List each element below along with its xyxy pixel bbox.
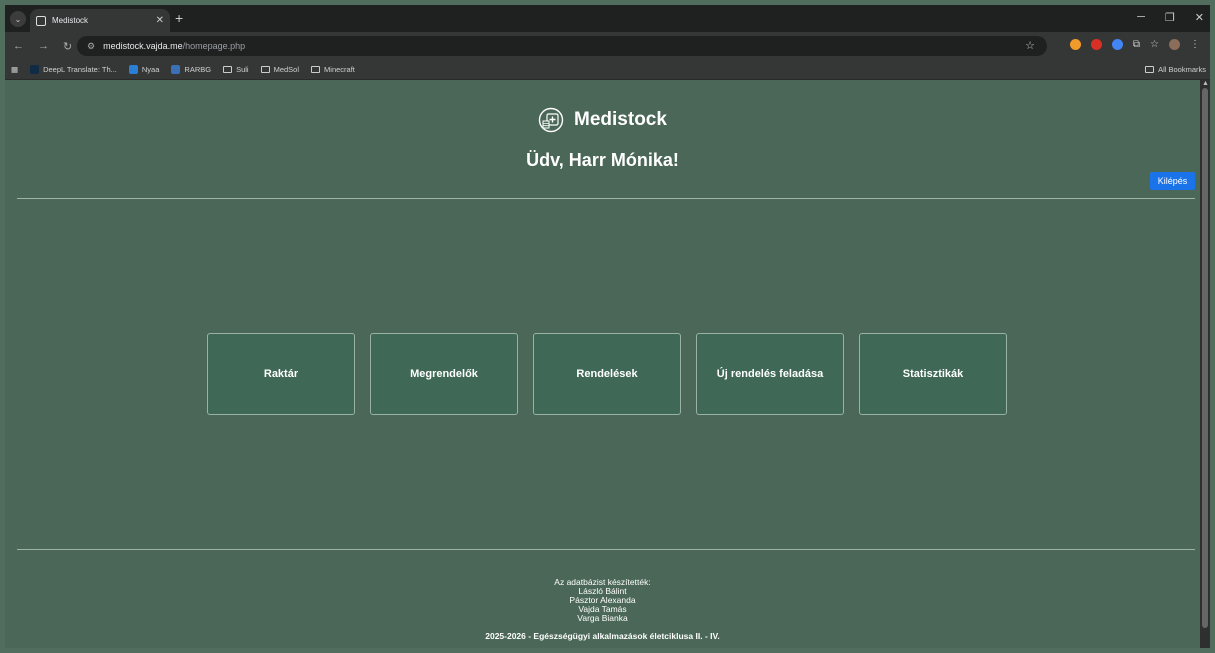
header-divider xyxy=(17,198,1195,199)
scrollbar-thumb[interactable] xyxy=(1202,88,1208,628)
rarbg-icon xyxy=(171,65,181,74)
browser-window: ⌄ Medistock ✕ + ─ ❐ ✕ ← → ↻ ⚙ medistock.… xyxy=(5,5,1210,648)
tab-search-icon[interactable]: ⌄ xyxy=(10,11,26,27)
extensions-area: ⧉ ☆ ⋮ xyxy=(1069,39,1200,50)
main-menu: Raktár Megrendelők Rendelések Új rendelé… xyxy=(207,333,1007,415)
folder-icon xyxy=(223,66,233,73)
deepl-icon xyxy=(30,65,40,74)
forward-icon[interactable]: → xyxy=(38,40,49,53)
folder-icon xyxy=(260,66,270,73)
folder-icon xyxy=(311,66,321,73)
medistock-logo-icon xyxy=(538,107,564,133)
url-host: medistock.vajda.me xyxy=(103,41,183,51)
folder-icon xyxy=(1145,66,1155,73)
all-bookmarks[interactable]: All Bookmarks xyxy=(1145,65,1206,74)
bookmark-item[interactable]: Nyaa xyxy=(128,65,160,74)
bookmark-folder[interactable]: Minecraft xyxy=(311,65,355,74)
brand-name: Medistock xyxy=(574,109,667,130)
bookmark-label: Nyaa xyxy=(141,65,160,74)
all-bookmarks-label: All Bookmarks xyxy=(1158,65,1206,74)
menu-card-megrendelok[interactable]: Megrendelők xyxy=(370,333,518,415)
address-toolbar: ← → ↻ ⚙ medistock.vajda.me/homepage.php … xyxy=(5,32,1210,60)
url-path: /homepage.php xyxy=(182,41,246,51)
close-tab-icon[interactable]: ✕ xyxy=(156,15,164,26)
extension-icon[interactable] xyxy=(1090,39,1102,50)
apps-grid-icon[interactable]: ▦ xyxy=(11,65,18,74)
url-text: medistock.vajda.me/homepage.php xyxy=(103,41,245,51)
menu-card-rendelesek[interactable]: Rendelések xyxy=(533,333,681,415)
site-info-icon[interactable]: ⚙ xyxy=(87,41,95,52)
bookmark-label: DeepL Translate: Th... xyxy=(43,65,117,74)
footer-divider xyxy=(17,549,1195,550)
browser-tab[interactable]: Medistock ✕ xyxy=(30,9,170,32)
new-tab-icon[interactable]: + xyxy=(175,10,183,26)
greeting-heading: Üdv, Harr Mónika! xyxy=(526,150,679,170)
site-favicon-icon xyxy=(36,15,46,26)
menu-card-raktar[interactable]: Raktár xyxy=(207,333,355,415)
bookmark-label: RARBG xyxy=(184,65,212,74)
menu-card-uj-rendeles[interactable]: Új rendelés feladása xyxy=(696,333,844,415)
bookmark-folder[interactable]: MedSol xyxy=(260,65,300,74)
bookmark-item[interactable]: DeepL Translate: Th... xyxy=(30,65,117,74)
page-content: Medistock Üdv, Harr Mónika! Kilépés Rakt… xyxy=(5,80,1200,648)
back-icon[interactable]: ← xyxy=(13,40,24,53)
tab-bar: ⌄ Medistock ✕ + ─ ❐ ✕ xyxy=(5,5,1210,32)
extension-icon[interactable] xyxy=(1069,39,1081,50)
close-window-icon[interactable]: ✕ xyxy=(1195,11,1204,24)
site-footer: Az adatbázist készítették: László Bálint… xyxy=(5,578,1200,641)
profile-avatar[interactable] xyxy=(1169,39,1180,50)
bookmark-star-icon[interactable]: ☆ xyxy=(1025,39,1035,52)
nav-buttons: ← → ↻ xyxy=(13,40,72,53)
menu-card-statisztikak[interactable]: Statisztikák xyxy=(859,333,1007,415)
extensions-puzzle-icon[interactable]: ⧉ xyxy=(1133,39,1140,50)
bookmark-label: Suli xyxy=(236,65,249,74)
bookmark-label: MedSol xyxy=(273,65,300,74)
bookmark-label: Minecraft xyxy=(324,65,355,74)
url-bar[interactable]: ⚙ medistock.vajda.me/homepage.php ☆ xyxy=(77,36,1047,56)
menu-kebab-icon[interactable]: ⋮ xyxy=(1190,39,1200,50)
copyright-text: 2025-2026 - Egészségügyi alkalmazások él… xyxy=(485,631,720,641)
restore-icon[interactable]: ❐ xyxy=(1165,11,1175,24)
logout-button[interactable]: Kilépés xyxy=(1150,172,1195,190)
bookmark-item[interactable]: RARBG xyxy=(171,65,211,74)
window-controls: ─ ❐ ✕ xyxy=(1137,11,1204,24)
scroll-up-icon[interactable]: ▲ xyxy=(1202,80,1209,87)
site-header: Medistock xyxy=(5,107,1200,133)
tab-title: Medistock xyxy=(52,16,89,25)
bookmarks-bar: ▦ DeepL Translate: Th... Nyaa RARBG Suli… xyxy=(5,60,1210,80)
bookmark-folder[interactable]: Suli xyxy=(223,65,249,74)
page-scrollbar[interactable]: ▲ xyxy=(1200,80,1210,648)
reading-list-icon[interactable]: ☆ xyxy=(1150,39,1159,50)
minimize-icon[interactable]: ─ xyxy=(1137,11,1145,24)
reload-icon[interactable]: ↻ xyxy=(63,40,72,53)
author-name: Varga Bianka xyxy=(577,613,628,623)
extension-icon[interactable] xyxy=(1111,39,1123,50)
nyaa-icon xyxy=(128,65,138,74)
